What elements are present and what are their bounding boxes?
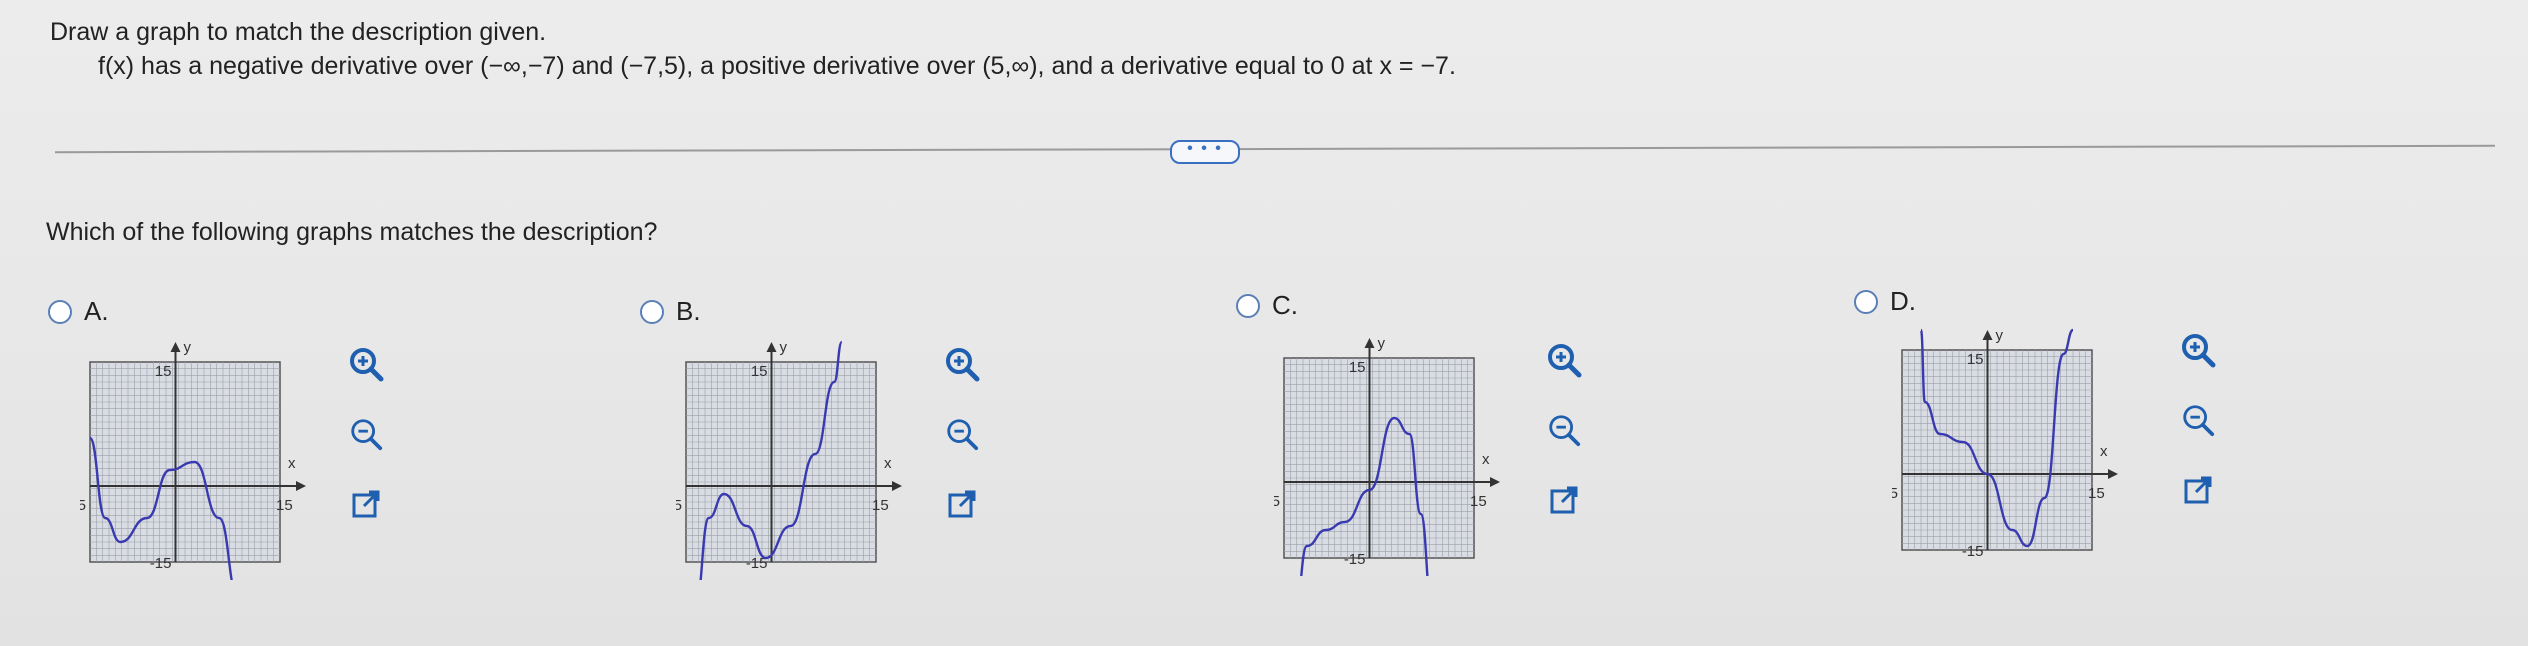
y-max-label: 15 <box>155 363 172 380</box>
y-axis-label: y <box>1996 328 2004 344</box>
option-a[interactable]: A. <box>48 296 109 327</box>
x-axis-label: x <box>2100 443 2108 460</box>
question-prompt: Draw a graph to match the description gi… <box>50 18 547 46</box>
y-max-label: 15 <box>751 363 768 380</box>
y-min-label: -15 <box>150 555 172 572</box>
radio-a[interactable] <box>48 299 72 324</box>
x-min-label: -15 <box>1274 493 1280 510</box>
external-link-icon[interactable] <box>2174 466 2222 514</box>
x-min-label: -15 <box>1892 485 1898 502</box>
option-a-label: A. <box>84 296 109 326</box>
x-min-label: -15 <box>676 497 682 514</box>
x-max-label: 15 <box>2088 485 2105 502</box>
x-axis-label: x <box>884 455 892 472</box>
option-d-label: D. <box>1890 286 1916 316</box>
question-sub-prompt: Which of the following graphs matches th… <box>46 218 658 246</box>
graph-c: y x 15 -15 -15 15 <box>1274 336 1500 576</box>
zoom-in-icon[interactable] <box>342 340 390 388</box>
zoom-out-icon[interactable] <box>342 410 390 458</box>
question-description: f(x) has a negative derivative over (−∞,… <box>98 52 1456 80</box>
y-axis-label: y <box>780 340 788 356</box>
graph-a: y x 15 -15 -15 15 <box>80 340 306 580</box>
x-max-label: 15 <box>276 497 293 514</box>
radio-d[interactable] <box>1854 289 1878 314</box>
divider <box>55 144 2495 154</box>
graph-b: yx15-15-1515 <box>676 340 902 580</box>
zoom-in-icon[interactable] <box>2174 326 2222 374</box>
y-max-label: 15 <box>1967 351 1984 368</box>
tools-d <box>2174 326 2222 514</box>
y-axis-label: y <box>1378 336 1386 352</box>
x-min-label: -15 <box>80 497 86 514</box>
zoom-out-icon[interactable] <box>938 410 986 458</box>
option-c[interactable]: C. <box>1236 290 1298 321</box>
option-d[interactable]: D. <box>1854 286 1916 317</box>
x-max-label: 15 <box>1470 493 1487 510</box>
y-axis-label: y <box>184 340 192 356</box>
external-link-icon[interactable] <box>1540 476 1588 524</box>
zoom-in-icon[interactable] <box>938 340 986 388</box>
more-button[interactable]: • • • <box>1170 140 1240 164</box>
external-link-icon[interactable] <box>938 480 986 528</box>
y-min-label: -15 <box>1962 543 1984 560</box>
x-max-label: 15 <box>872 497 889 514</box>
y-min-label: -15 <box>1344 551 1366 568</box>
zoom-out-icon[interactable] <box>2174 396 2222 444</box>
option-b[interactable]: B. <box>640 296 701 327</box>
graph-d: y x 15 -15 -15 15 <box>1892 328 2118 560</box>
option-c-label: C. <box>1272 290 1298 320</box>
y-max-label: 15 <box>1349 359 1366 376</box>
x-axis-label: x <box>288 455 296 472</box>
radio-b[interactable] <box>640 299 664 324</box>
tools-c <box>1540 336 1588 524</box>
radio-c[interactable] <box>1236 293 1260 318</box>
zoom-in-icon[interactable] <box>1540 336 1588 384</box>
x-axis-label: x <box>1482 451 1490 468</box>
external-link-icon[interactable] <box>342 480 390 528</box>
tools-b <box>938 340 986 528</box>
tools-a <box>342 340 390 528</box>
option-b-label: B. <box>676 296 701 326</box>
zoom-out-icon[interactable] <box>1540 406 1588 454</box>
